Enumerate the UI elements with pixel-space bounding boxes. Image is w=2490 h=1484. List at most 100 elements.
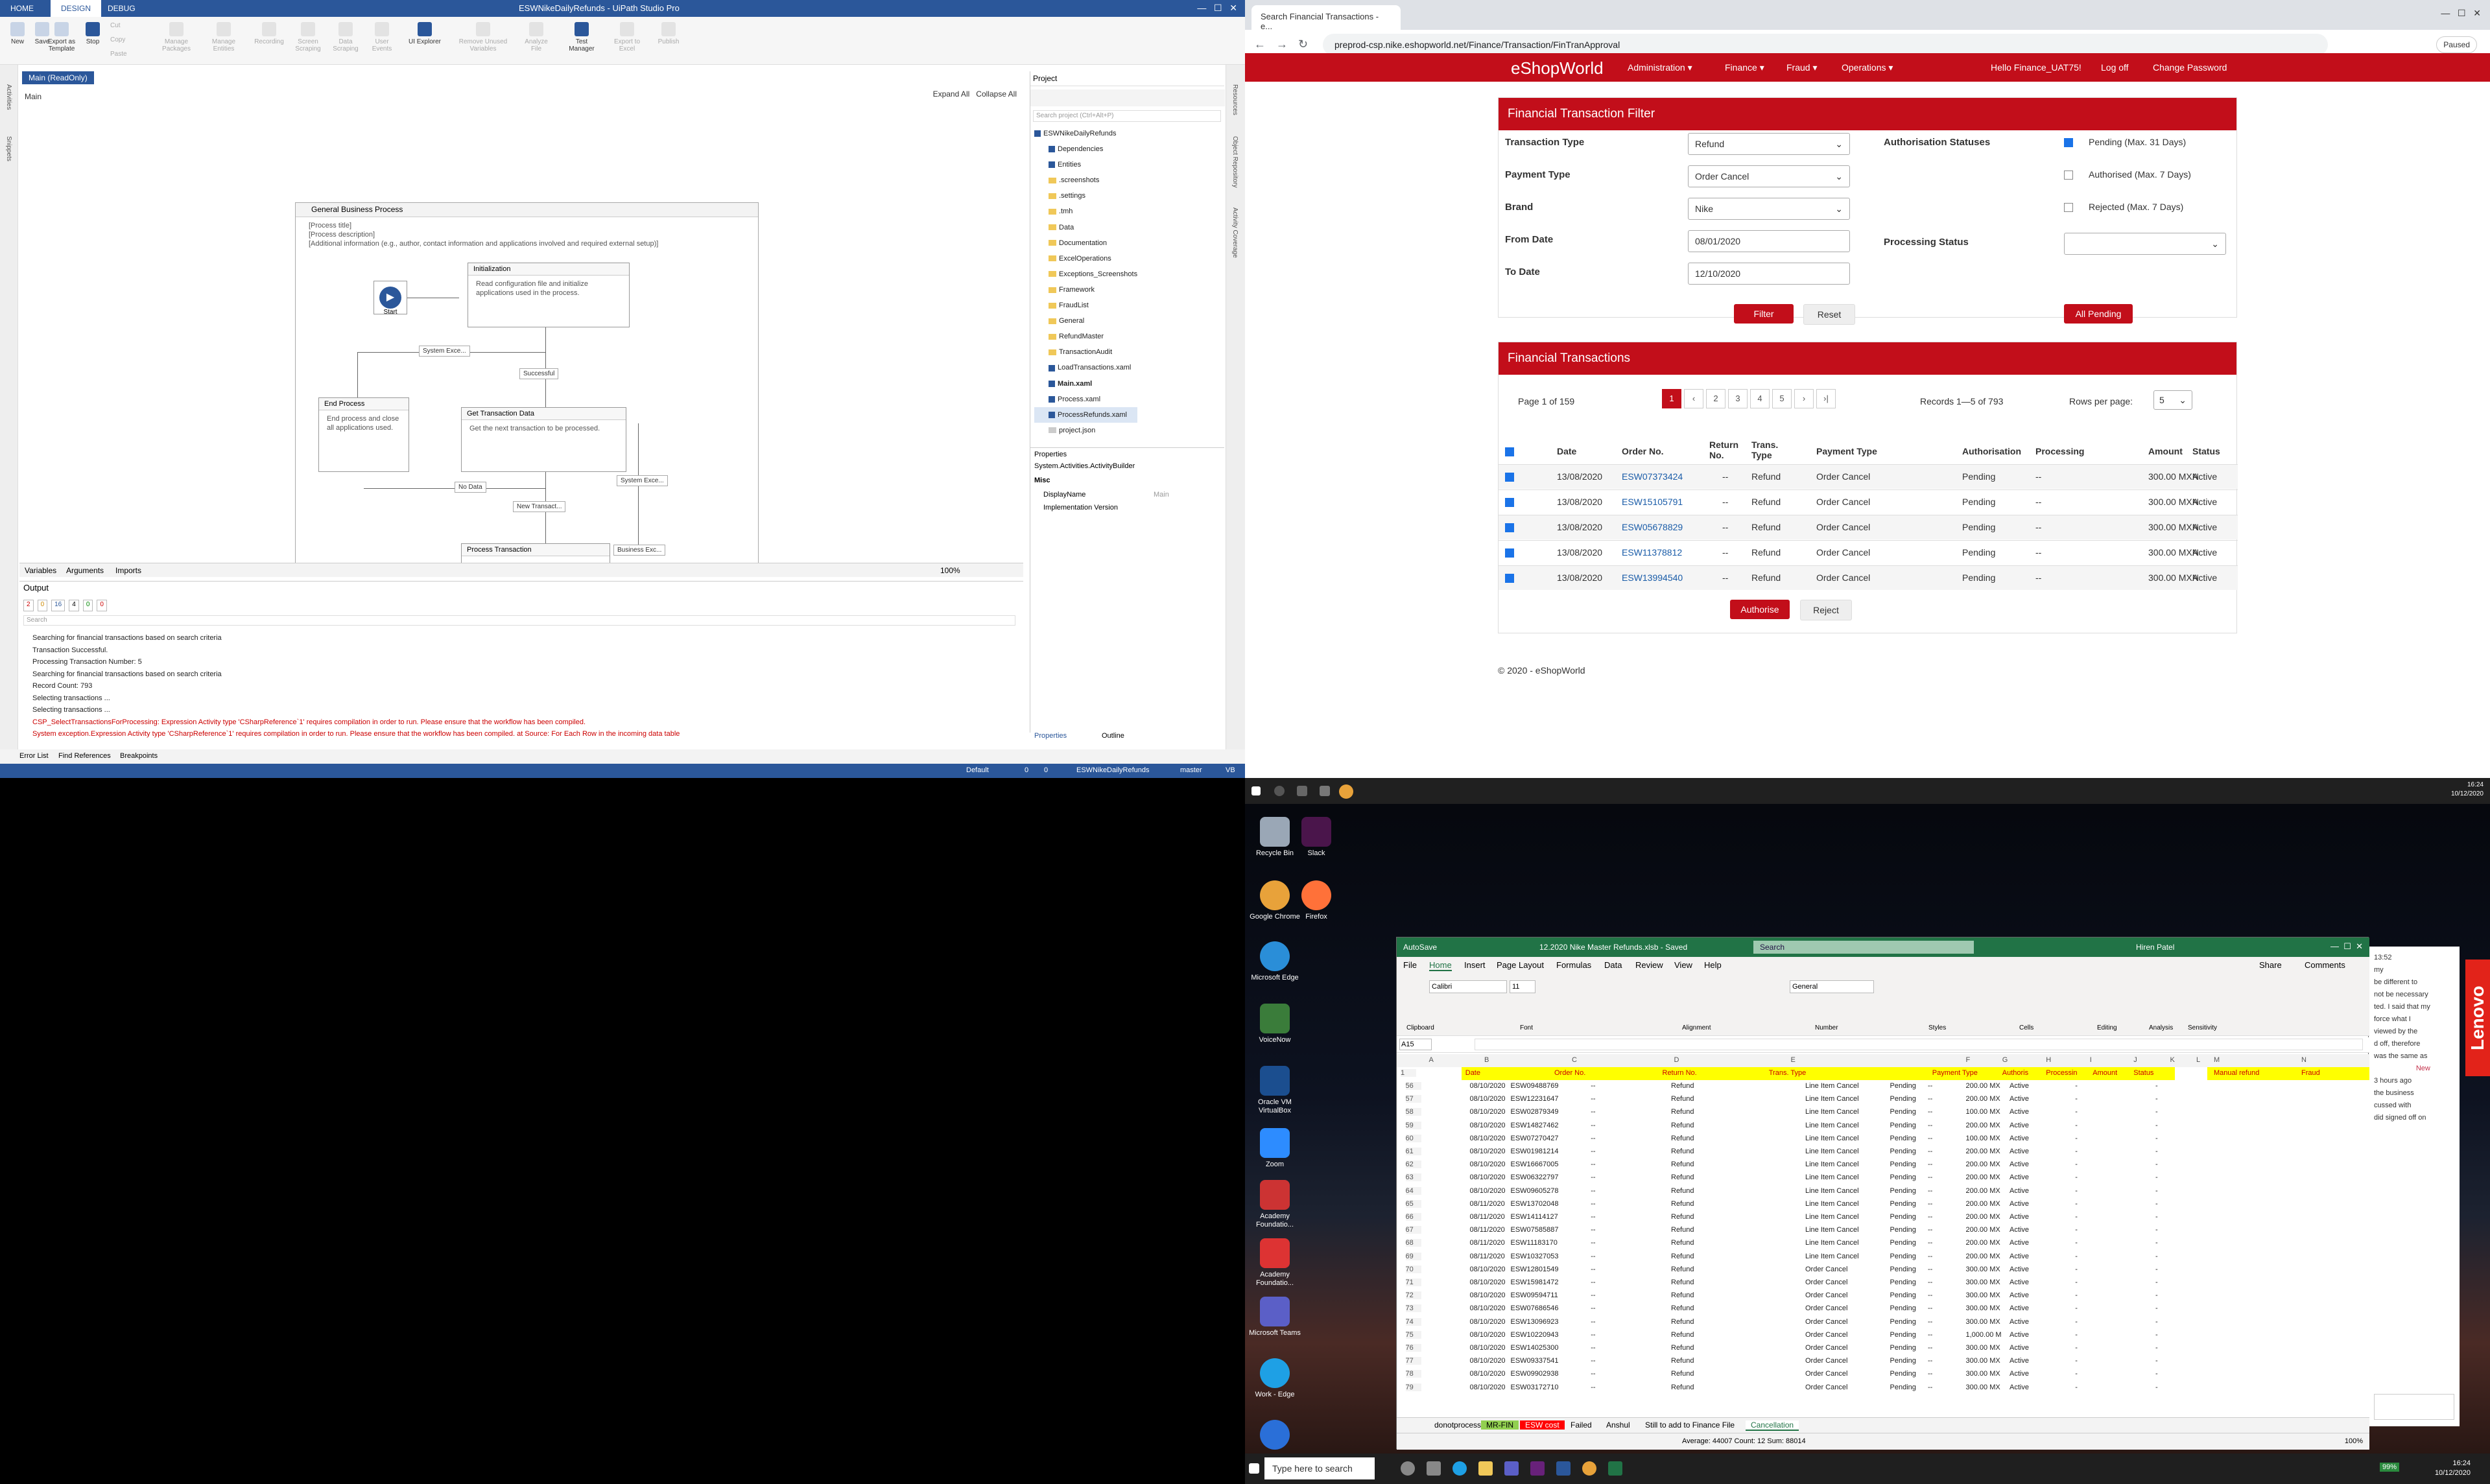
- cell[interactable]: Active: [2010, 1239, 2029, 1247]
- cell[interactable]: 08/10/2020: [1470, 1384, 1506, 1391]
- page-3-button[interactable]: 3: [1728, 389, 1748, 408]
- cell[interactable]: 300.00 MX: [1966, 1357, 2000, 1365]
- row-checkbox[interactable]: [1505, 473, 1514, 482]
- start-node[interactable]: ▶ Start: [374, 281, 407, 316]
- cell[interactable]: -: [2075, 1148, 2078, 1155]
- cell[interactable]: 200.00 MX: [1966, 1226, 2000, 1234]
- cell[interactable]: ESW06322797: [1511, 1173, 1559, 1181]
- cell[interactable]: -: [2155, 1213, 2158, 1221]
- cell[interactable]: Active: [2010, 1187, 2029, 1195]
- sheet-tab[interactable]: Failed: [1565, 1420, 1597, 1430]
- cell[interactable]: Pending: [1890, 1253, 1916, 1260]
- taskbar-search[interactable]: Type here to search: [1264, 1457, 1375, 1479]
- status-project[interactable]: ESWNikeDailyRefunds: [1076, 766, 1149, 774]
- tree-item[interactable]: Entities: [1034, 157, 1137, 172]
- cell[interactable]: Active: [2010, 1370, 2029, 1378]
- cell[interactable]: ESW03172710: [1511, 1384, 1559, 1391]
- status-branch[interactable]: master: [1180, 766, 1202, 774]
- data-tab[interactable]: Data: [1604, 960, 1622, 970]
- cell[interactable]: -: [2075, 1357, 2078, 1365]
- excel-zoom[interactable]: 100%: [2345, 1437, 2363, 1445]
- reset-button[interactable]: Reset: [1803, 304, 1855, 325]
- cell[interactable]: -: [2155, 1384, 2158, 1391]
- row-number[interactable]: 67: [1405, 1226, 1421, 1234]
- transaction-type-select[interactable]: Refund ⌄: [1688, 133, 1850, 155]
- eshopworld-logo[interactable]: eShopWorld: [1511, 58, 1604, 78]
- slack-icon[interactable]: Slack: [1290, 817, 1342, 858]
- cell[interactable]: -: [2155, 1304, 2158, 1312]
- tree-item[interactable]: Framework: [1034, 282, 1137, 298]
- cell[interactable]: Active: [2010, 1200, 2029, 1208]
- cell[interactable]: -: [2155, 1148, 2158, 1155]
- cell[interactable]: 100.00 MX: [1966, 1135, 2000, 1142]
- cell[interactable]: ESW11183170: [1511, 1239, 1558, 1247]
- cell[interactable]: ESW14827462: [1511, 1122, 1559, 1129]
- row-number[interactable]: 60: [1405, 1134, 1421, 1142]
- cell[interactable]: Pending: [1890, 1108, 1916, 1116]
- cell[interactable]: --: [1928, 1318, 1932, 1326]
- cell[interactable]: Pending: [1890, 1082, 1916, 1090]
- cell[interactable]: --: [1928, 1082, 1932, 1090]
- window-controls[interactable]: — ☐ ✕: [2330, 941, 2363, 952]
- cell[interactable]: --: [1591, 1331, 1595, 1339]
- error-filter[interactable]: 2: [23, 600, 34, 611]
- cell[interactable]: --: [1591, 1357, 1595, 1365]
- payment-type-select[interactable]: Order Cancel ⌄: [1688, 165, 1850, 187]
- task-view-icon[interactable]: [1320, 786, 1330, 796]
- spreadsheet-grid[interactable]: A B C D E F G H I J K L M N 1 Date Order No. Return N…: [1397, 1054, 2369, 1417]
- cell[interactable]: Active: [2010, 1135, 2029, 1142]
- menu-finance[interactable]: Finance ▾: [1725, 62, 1764, 73]
- cell[interactable]: 1,000.00 M: [1966, 1331, 2002, 1339]
- voicenow-icon[interactable]: VoiceNow: [1249, 1004, 1301, 1044]
- cell[interactable]: -: [2075, 1160, 2078, 1168]
- manage-entities-button[interactable]: Manage Entities: [206, 22, 241, 53]
- cell[interactable]: --: [1591, 1160, 1595, 1168]
- cell[interactable]: Order Cancel: [1805, 1384, 1847, 1391]
- authorise-button[interactable]: Authorise: [1730, 600, 1790, 619]
- cell[interactable]: 08/10/2020: [1470, 1148, 1506, 1155]
- cell[interactable]: Pending: [1890, 1344, 1916, 1352]
- cell[interactable]: ESW16667005: [1511, 1160, 1559, 1168]
- spreadsheet-row[interactable]: 72 08/10/2020 ESW09594711 -- Refund Order Can…: [1397, 1290, 2369, 1302]
- cell[interactable]: -: [2155, 1108, 2158, 1116]
- recording-button[interactable]: Recording: [252, 22, 287, 45]
- cell[interactable]: Active: [2010, 1357, 2029, 1365]
- cell[interactable]: ESW07270427: [1511, 1135, 1559, 1142]
- cell[interactable]: 08/11/2020: [1470, 1200, 1505, 1208]
- cell[interactable]: -: [2155, 1318, 2158, 1326]
- cell[interactable]: Pending: [1890, 1200, 1916, 1208]
- row-number[interactable]: 69: [1405, 1252, 1421, 1260]
- cell[interactable]: -: [2155, 1187, 2158, 1195]
- get-transaction-data-state[interactable]: Get Transaction Data Get the next transac…: [461, 407, 626, 472]
- cell[interactable]: -: [2075, 1226, 2078, 1234]
- cell[interactable]: -: [2075, 1291, 2078, 1299]
- cell[interactable]: Order Cancel: [1805, 1318, 1847, 1326]
- cell[interactable]: 08/10/2020: [1470, 1173, 1506, 1181]
- cell[interactable]: Refund: [1671, 1160, 1694, 1168]
- cell[interactable]: -: [2075, 1200, 2078, 1208]
- cell[interactable]: Pending: [1890, 1160, 1916, 1168]
- row-number[interactable]: 75: [1405, 1330, 1421, 1339]
- cell[interactable]: Line Item Cancel: [1805, 1253, 1859, 1260]
- page-1-button[interactable]: 1: [1662, 389, 1681, 408]
- cell[interactable]: 08/10/2020: [1470, 1108, 1506, 1116]
- cell[interactable]: Line Item Cancel: [1805, 1148, 1859, 1155]
- cell[interactable]: Refund: [1671, 1226, 1694, 1234]
- to-date-input[interactable]: 12/10/2020: [1688, 263, 1850, 285]
- cell[interactable]: --: [1591, 1370, 1595, 1378]
- cell[interactable]: 300.00 MX: [1966, 1344, 2000, 1352]
- row-number[interactable]: 78: [1405, 1370, 1421, 1378]
- cell[interactable]: --: [1928, 1344, 1932, 1352]
- fatal-filter[interactable]: 0: [97, 600, 107, 611]
- verbose-filter[interactable]: 0: [82, 600, 93, 611]
- cell[interactable]: 08/10/2020: [1470, 1278, 1506, 1286]
- cell[interactable]: -: [2075, 1370, 2078, 1378]
- cell[interactable]: Line Item Cancel: [1805, 1226, 1859, 1234]
- task-view-icon[interactable]: [1427, 1461, 1441, 1476]
- cell[interactable]: 08/11/2020: [1470, 1226, 1505, 1234]
- uipath-icon[interactable]: [1556, 1461, 1571, 1476]
- cell[interactable]: Refund: [1671, 1095, 1694, 1103]
- cell[interactable]: 200.00 MX: [1966, 1239, 2000, 1247]
- cell[interactable]: --: [1591, 1200, 1595, 1208]
- business-exception-transition[interactable]: Business Exc...: [613, 545, 666, 556]
